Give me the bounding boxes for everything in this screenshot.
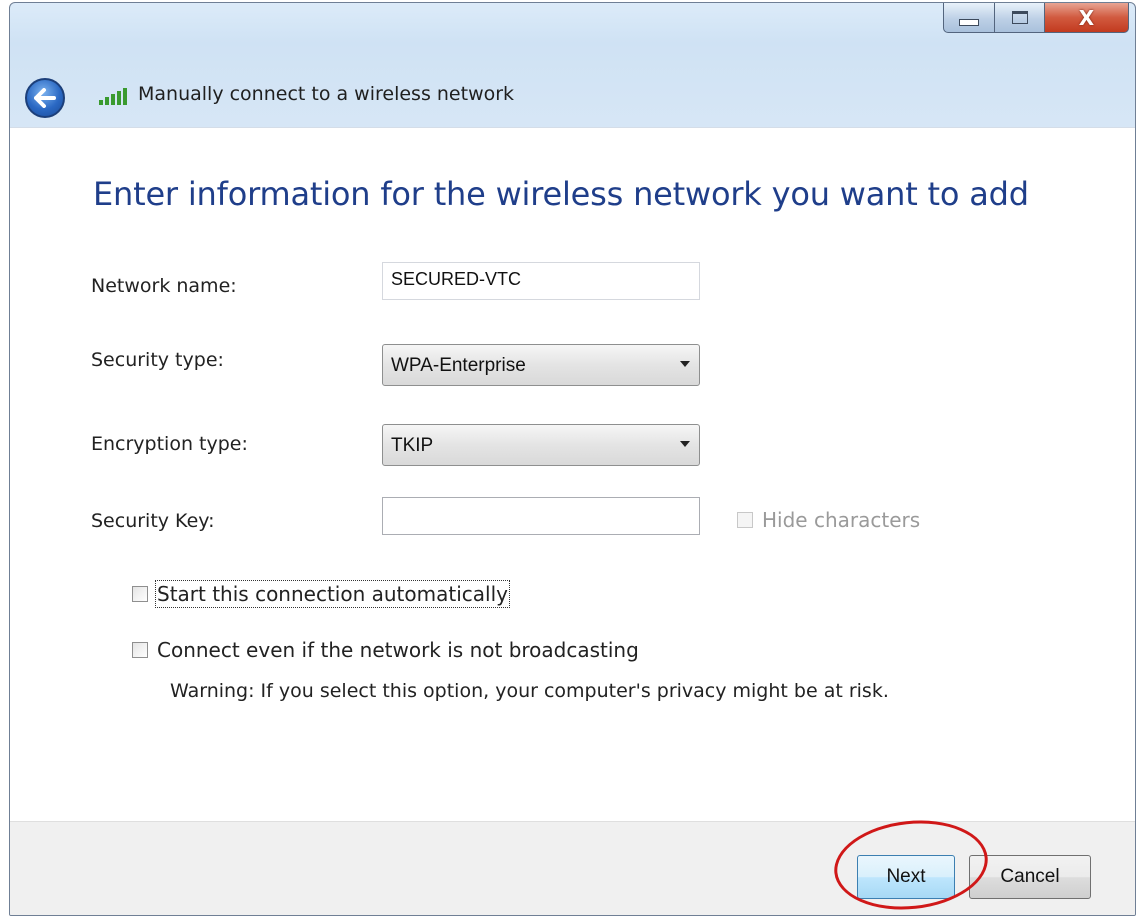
start-automatically-checkbox[interactable]: [132, 586, 148, 602]
close-icon: X: [1078, 5, 1095, 30]
maximize-button[interactable]: [995, 3, 1045, 33]
wizard-title: Manually connect to a wireless network: [138, 83, 515, 105]
security-type-value: WPA-Enterprise: [391, 355, 526, 376]
wizard-window: X Manually connect to a wireless network…: [9, 2, 1136, 916]
caption-buttons: X: [943, 3, 1129, 33]
dropdown-arrow-icon: [680, 441, 690, 447]
network-name-label: Network name:: [91, 275, 237, 297]
back-button[interactable]: [25, 78, 65, 118]
security-key-label: Security Key:: [91, 510, 215, 532]
encryption-type-label: Encryption type:: [91, 433, 248, 455]
network-name-input[interactable]: SECURED-VTC: [382, 262, 700, 300]
minimize-icon: [959, 19, 979, 26]
security-type-dropdown[interactable]: WPA-Enterprise: [382, 344, 700, 386]
cancel-button[interactable]: Cancel: [969, 855, 1091, 899]
minimize-button[interactable]: [943, 3, 995, 33]
wizard-content: Enter information for the wireless netwo…: [10, 127, 1135, 822]
security-type-label: Security type:: [91, 349, 224, 371]
privacy-warning: Warning: If you select this option, your…: [170, 680, 889, 702]
hide-characters-checkbox[interactable]: [737, 512, 753, 528]
button-bar: Next Cancel: [10, 821, 1135, 915]
start-automatically-label: Start this connection automatically: [155, 580, 510, 608]
next-button[interactable]: Next: [857, 855, 955, 899]
hide-characters-label: Hide characters: [762, 508, 921, 532]
dropdown-arrow-icon: [680, 361, 690, 367]
encryption-type-dropdown[interactable]: TKIP: [382, 424, 700, 466]
connect-not-broadcasting-label: Connect even if the network is not broad…: [157, 638, 639, 662]
security-key-input[interactable]: [382, 497, 700, 535]
connect-not-broadcasting-option[interactable]: Connect even if the network is not broad…: [132, 638, 639, 662]
connect-not-broadcasting-checkbox[interactable]: [132, 642, 148, 658]
page-heading: Enter information for the wireless netwo…: [93, 175, 1029, 213]
title-bar: X: [10, 3, 1135, 49]
encryption-type-value: TKIP: [391, 435, 434, 456]
back-arrow-icon: [34, 88, 56, 108]
close-button[interactable]: X: [1045, 3, 1129, 33]
navigation-bar: Manually connect to a wireless network: [10, 49, 1135, 139]
hide-characters-option[interactable]: Hide characters: [737, 508, 920, 532]
start-automatically-option[interactable]: Start this connection automatically: [132, 580, 510, 608]
wireless-signal-icon: [99, 88, 127, 105]
maximize-icon: [1011, 11, 1028, 24]
